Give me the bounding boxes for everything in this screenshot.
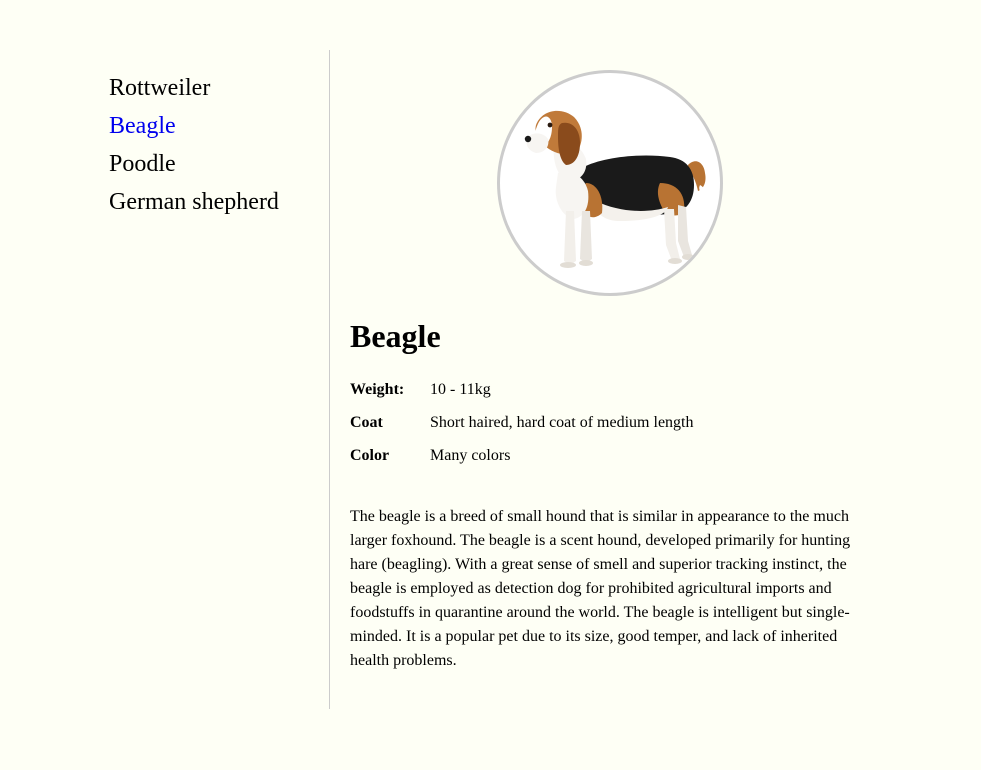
fact-label: Weight: xyxy=(350,380,405,398)
nav-item-rottweiler[interactable]: Rottweiler xyxy=(109,69,329,107)
breed-nav: Rottweiler Beagle Poodle German shepherd xyxy=(109,69,329,221)
fact-value: Short haired, hard coat of medium length xyxy=(430,413,694,431)
nav-item-beagle[interactable]: Beagle xyxy=(109,107,329,145)
breed-facts: Weight: 10 - 11kg Coat Short haired, har… xyxy=(350,373,860,472)
fact-label: Color xyxy=(350,446,390,464)
page: Rottweiler Beagle Poodle German shepherd xyxy=(0,0,981,770)
breed-description: The beagle is a breed of small hound tha… xyxy=(350,508,851,669)
fact-row-coat: Coat Short haired, hard coat of medium l… xyxy=(350,406,860,439)
vertical-divider xyxy=(329,50,330,709)
fact-row-color: Color Many colors xyxy=(350,439,860,472)
nav-item-german-shepherd[interactable]: German shepherd xyxy=(109,183,329,221)
breed-photo xyxy=(497,70,723,296)
fact-value: 10 - 11kg xyxy=(430,380,491,398)
beagle-dog-icon xyxy=(524,110,706,268)
fact-value: Many colors xyxy=(430,446,511,464)
breed-title: Beagle xyxy=(350,318,441,354)
fact-row-weight: Weight: 10 - 11kg xyxy=(350,373,860,406)
fact-label: Coat xyxy=(350,413,383,431)
nav-item-poodle[interactable]: Poodle xyxy=(109,145,329,183)
